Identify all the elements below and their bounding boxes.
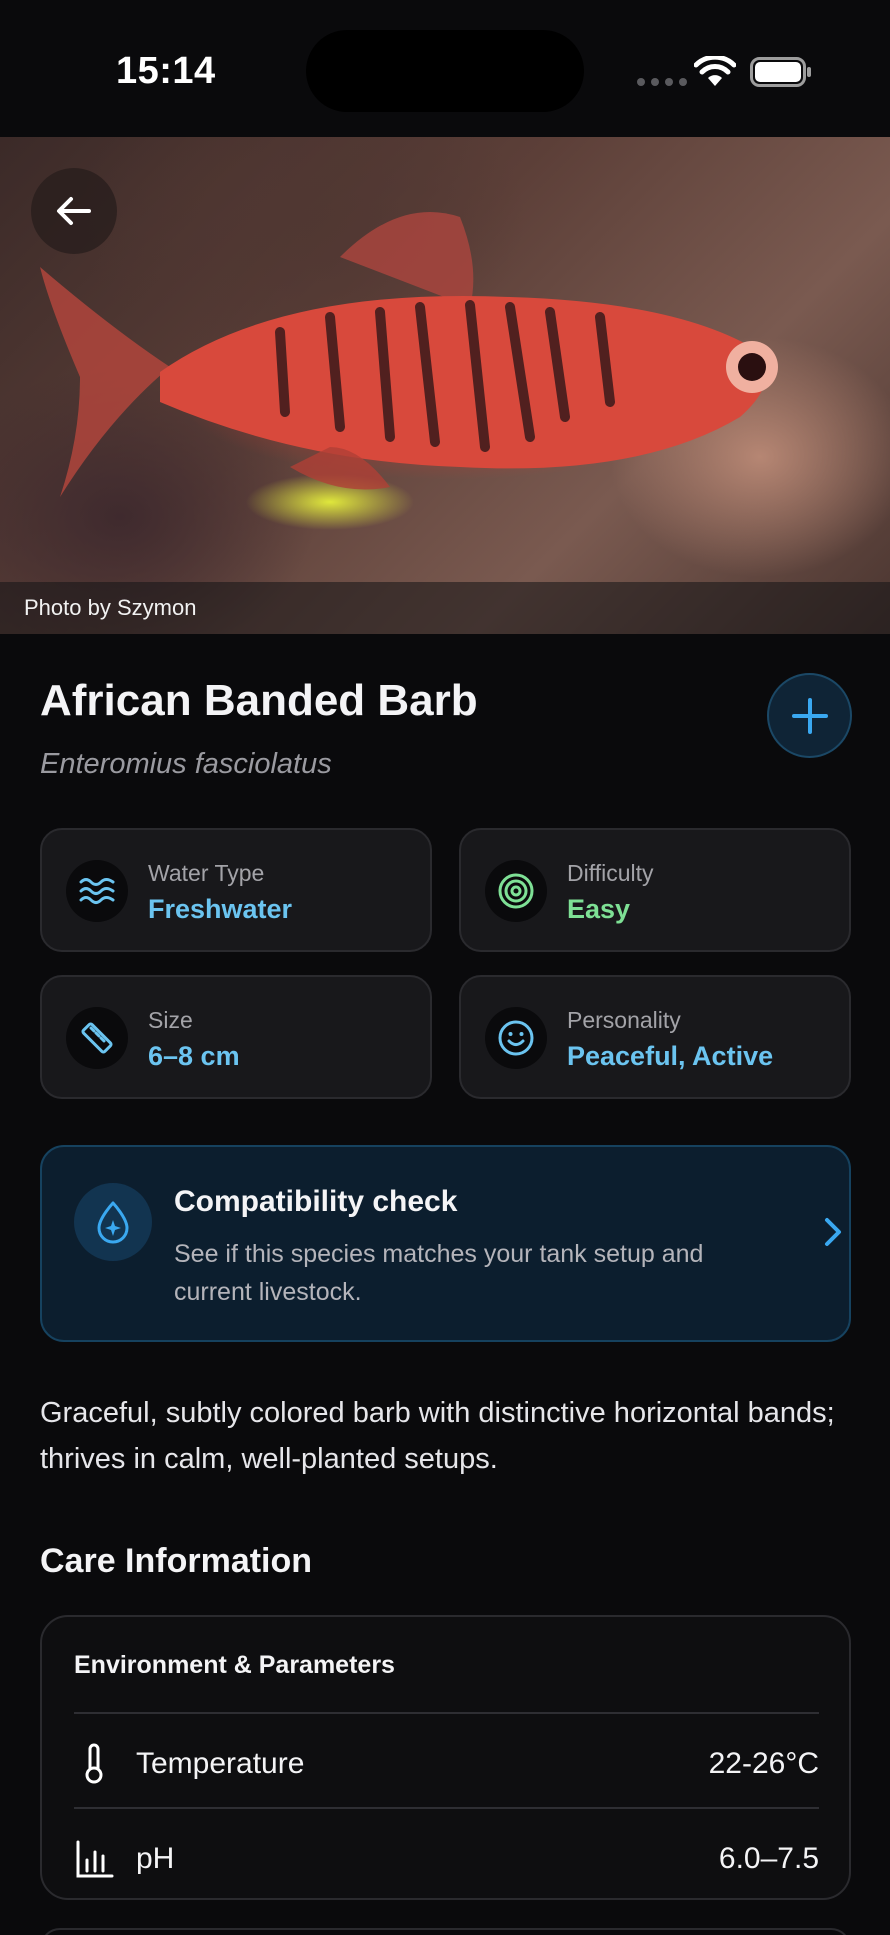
hero-photo: Photo by Szymon [0,137,890,634]
thermometer-icon [85,1743,103,1784]
personality-label: Personality [567,1007,681,1033]
species-common-name: African Banded Barb [40,676,478,725]
personality-card: Personality Peaceful, Active [459,975,851,1099]
chevron-right-icon [825,1218,841,1246]
size-card: Size 6–8 cm [40,975,432,1099]
wifi-icon [694,56,736,86]
back-button[interactable] [31,168,117,254]
add-species-button[interactable] [767,673,852,758]
compatibility-description: See if this species matches your tank se… [174,1240,704,1306]
bar-chart-icon [76,1840,114,1878]
divider [74,1807,819,1809]
water-type-card: Water Type Freshwater [40,828,432,952]
ph-label: pH [136,1842,175,1875]
status-time: 15:14 [116,50,216,92]
next-care-card [40,1928,851,1935]
arrow-left-icon [57,197,91,225]
divider [74,1712,819,1714]
environment-parameters-card: Environment & Parameters Temperature 22-… [40,1615,851,1900]
temperature-value: 22-26°C [708,1747,819,1780]
compatibility-title: Compatibility check [174,1185,458,1218]
size-label: Size [148,1007,193,1033]
status-bar: 15:14 [0,0,890,137]
species-description: Graceful, subtly colored barb with disti… [40,1397,835,1475]
care-information-heading: Care Information [40,1542,313,1580]
size-value: 6–8 cm [148,1041,240,1071]
water-type-value: Freshwater [148,894,293,924]
battery-icon [750,57,811,87]
waves-icon [66,860,128,922]
target-icon [485,860,547,922]
difficulty-card: Difficulty Easy [459,828,851,952]
environment-heading: Environment & Parameters [74,1651,395,1679]
ph-value: 6.0–7.5 [718,1842,819,1875]
species-scientific-name: Enteromius fasciolatus [40,748,332,780]
difficulty-label: Difficulty [567,860,654,886]
ruler-icon [66,1007,128,1069]
dynamic-island [306,30,584,112]
compatibility-check-card[interactable]: Compatibility check See if this species … [40,1145,851,1342]
smiley-icon [485,1007,547,1069]
photo-credit: Photo by Szymon [24,595,197,620]
difficulty-value: Easy [567,894,631,924]
fish-illustration [40,212,778,497]
ph-row: pH 6.0–7.5 [74,1828,819,1888]
personality-value: Peaceful, Active [567,1041,774,1071]
water-type-label: Water Type [148,860,265,886]
temperature-label: Temperature [136,1747,305,1780]
temperature-row: Temperature 22-26°C [74,1733,819,1793]
water-drop-sparkle-icon [74,1183,152,1261]
cellular-signal-icon [637,78,687,86]
plus-icon [791,697,828,734]
